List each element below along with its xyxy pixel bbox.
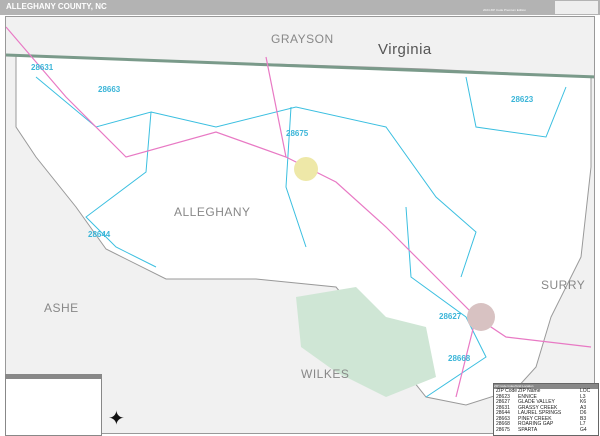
zip-label: 28627 (439, 312, 462, 321)
map-title: ALLEGHANY COUNTY, NC (6, 2, 107, 11)
map-canvas[interactable]: GRAYSON Virginia ALLEGHANY ASHE WILKES S… (5, 16, 595, 434)
zip-index-table: ZIP Code Index/Grid Location ZIP Code ZIP… (493, 383, 599, 436)
table-cell: SPARTA (518, 426, 538, 433)
label-surry: SURRY (541, 278, 586, 292)
zip-label: 28631 (31, 63, 54, 72)
table-cell: 28675 (496, 426, 510, 433)
zip-label: 28623 (511, 95, 534, 104)
roaring-gap-town (467, 303, 495, 331)
zip-label: 28663 (98, 85, 121, 94)
zip-label: 28644 (88, 230, 111, 239)
label-virginia: Virginia (378, 41, 432, 58)
publisher-logo (555, 1, 598, 14)
compass-rose-icon: ✦ (108, 408, 125, 430)
table-row: 28675 SPARTA G4 (494, 426, 598, 434)
label-wilkes: WILKES (301, 367, 350, 381)
label-ashe: ASHE (44, 301, 79, 315)
label-grayson: GRAYSON (271, 32, 334, 46)
sparta-town (294, 157, 318, 181)
map-legend (5, 374, 102, 436)
zip-label: 28675 (286, 129, 309, 138)
header-bar: ALLEGHANY COUNTY, NC 2024 ZIP Code Premi… (0, 0, 600, 15)
table-cell: G4 (580, 426, 587, 433)
label-alleghany: ALLEGHANY (174, 205, 251, 219)
edition-label: 2024 ZIP Code Premium Edition (483, 8, 526, 12)
zip-label: 28668 (448, 354, 471, 363)
